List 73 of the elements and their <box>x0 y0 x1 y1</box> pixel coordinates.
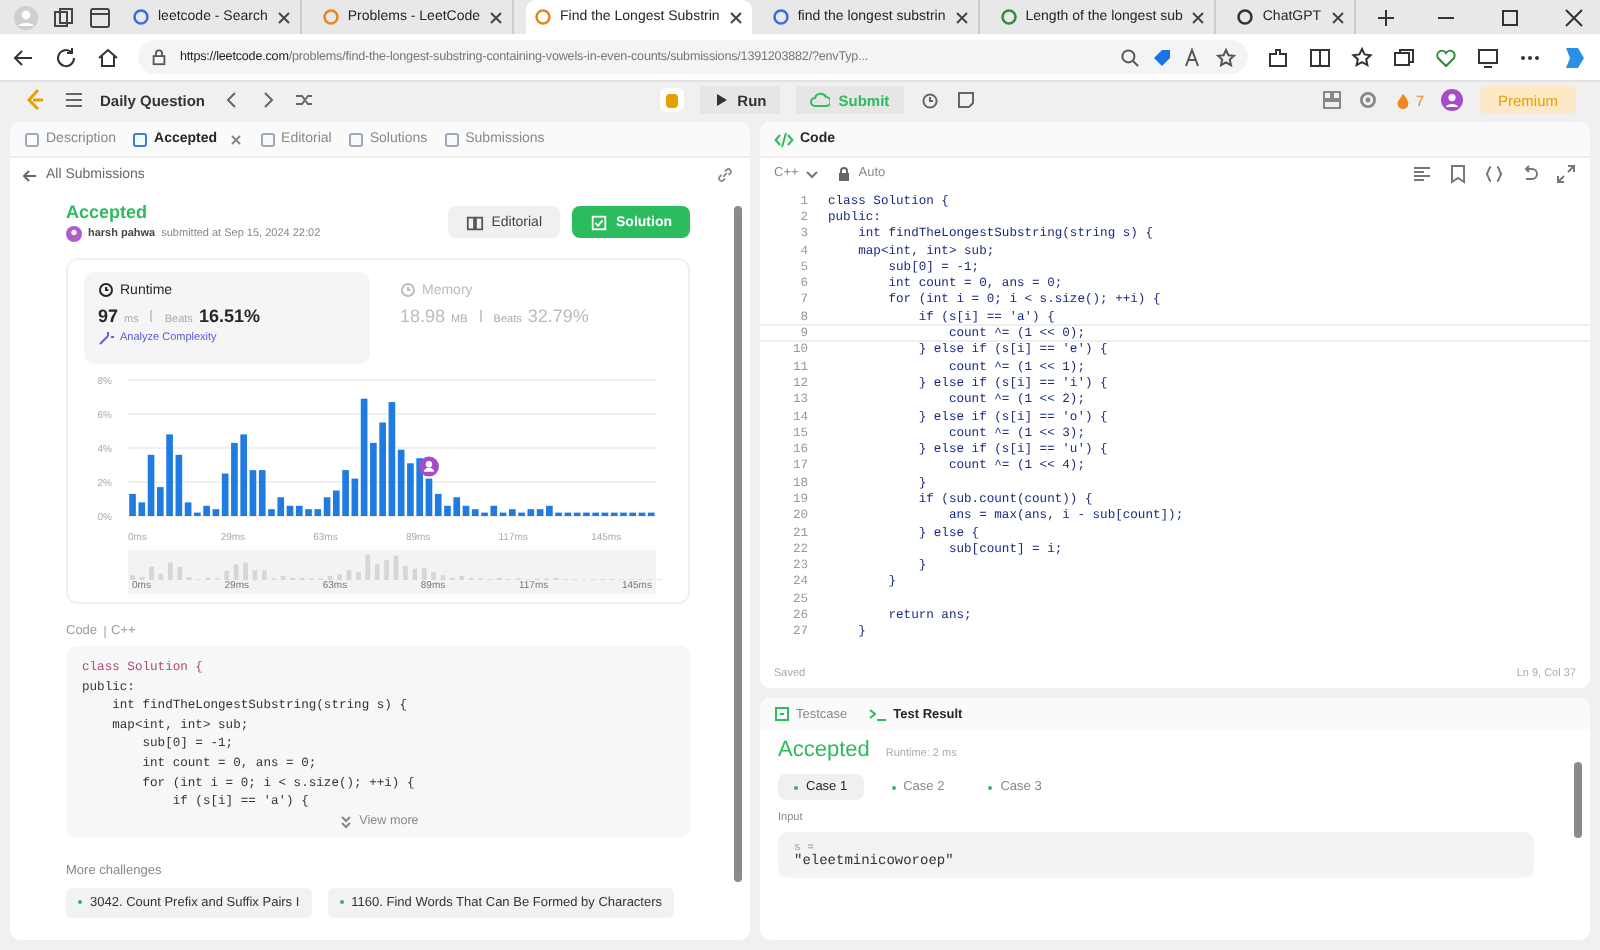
maximize-icon[interactable] <box>1500 7 1520 27</box>
close-icon[interactable] <box>1190 9 1207 25</box>
settings-icon[interactable] <box>1357 90 1378 110</box>
undo-icon[interactable] <box>1520 163 1540 183</box>
stat-value: 18.98 <box>400 306 446 326</box>
screenshot-icon[interactable] <box>1476 45 1500 69</box>
close-icon[interactable] <box>953 9 970 25</box>
checkbox-icon <box>590 213 608 231</box>
refresh-icon[interactable] <box>54 45 78 69</box>
stat-value: 97 <box>98 306 119 326</box>
result-status: Accepted <box>778 738 870 762</box>
collections-icon[interactable] <box>52 5 76 29</box>
close-icon[interactable] <box>488 9 505 25</box>
braces-icon[interactable] <box>1484 163 1504 183</box>
alarm-icon[interactable] <box>919 90 940 110</box>
tag-icon[interactable] <box>1152 47 1172 67</box>
book-icon <box>465 213 484 231</box>
checkbox-icon <box>774 706 790 722</box>
tab-actions-icon[interactable] <box>88 5 112 29</box>
link-icon[interactable] <box>716 166 734 184</box>
copilot-icon[interactable] <box>1560 43 1588 71</box>
note-icon[interactable] <box>955 90 976 110</box>
back-icon[interactable] <box>12 45 36 69</box>
favicon-icon <box>771 8 790 26</box>
close-window-icon[interactable] <box>1564 7 1584 27</box>
beats-value: 32.79% <box>527 306 589 326</box>
shuffle-icon[interactable] <box>293 90 314 110</box>
caret-icon <box>804 165 821 181</box>
play-icon <box>713 92 730 108</box>
back-arrow-icon <box>22 167 38 183</box>
beats-value: 16.51% <box>198 306 260 326</box>
favicon-icon <box>999 8 1018 26</box>
collections-icon[interactable] <box>1392 45 1416 69</box>
split-screen-icon[interactable] <box>1308 45 1332 69</box>
sparkle-icon <box>98 330 114 346</box>
lock-icon <box>150 48 168 66</box>
lock-icon <box>836 165 853 181</box>
tab-icon <box>347 131 364 147</box>
expand-icon[interactable] <box>1556 163 1576 183</box>
layout-icon[interactable] <box>1321 90 1342 110</box>
list-icon[interactable] <box>64 90 84 110</box>
user-avatar-icon <box>66 226 82 242</box>
clock-icon <box>400 282 416 298</box>
close-icon[interactable] <box>1330 9 1346 25</box>
tab-icon <box>443 131 460 147</box>
terminal-icon <box>867 704 888 724</box>
clock-icon <box>98 282 114 298</box>
tab-icon <box>132 131 149 147</box>
fire-icon <box>1393 91 1412 109</box>
format-icon[interactable] <box>1412 163 1432 183</box>
avatar-icon[interactable] <box>1439 88 1464 112</box>
close-icon[interactable] <box>275 9 292 25</box>
heart-icon[interactable] <box>1434 45 1458 69</box>
bookmark-icon[interactable] <box>1448 163 1468 183</box>
zoom-icon[interactable] <box>1120 47 1140 67</box>
favorites-icon[interactable] <box>1350 45 1374 69</box>
favicon-icon <box>1236 8 1255 26</box>
extension-icon[interactable] <box>1266 45 1290 69</box>
submission-status: Accepted <box>66 202 150 222</box>
read-aloud-icon[interactable] <box>1184 47 1204 67</box>
code-icon <box>774 129 794 149</box>
tab-icon <box>259 131 276 147</box>
favicon-icon <box>132 8 150 26</box>
new-tab-icon[interactable] <box>1376 7 1396 27</box>
favicon-icon <box>534 8 553 26</box>
star-icon[interactable] <box>1216 47 1236 67</box>
favicon-icon <box>321 8 340 26</box>
cloud-icon <box>810 90 831 110</box>
previous-icon[interactable] <box>221 90 242 110</box>
home-icon[interactable] <box>96 45 120 69</box>
tab-icon <box>24 131 40 147</box>
close-icon[interactable] <box>727 9 744 25</box>
chevron-down-icon <box>337 813 354 830</box>
